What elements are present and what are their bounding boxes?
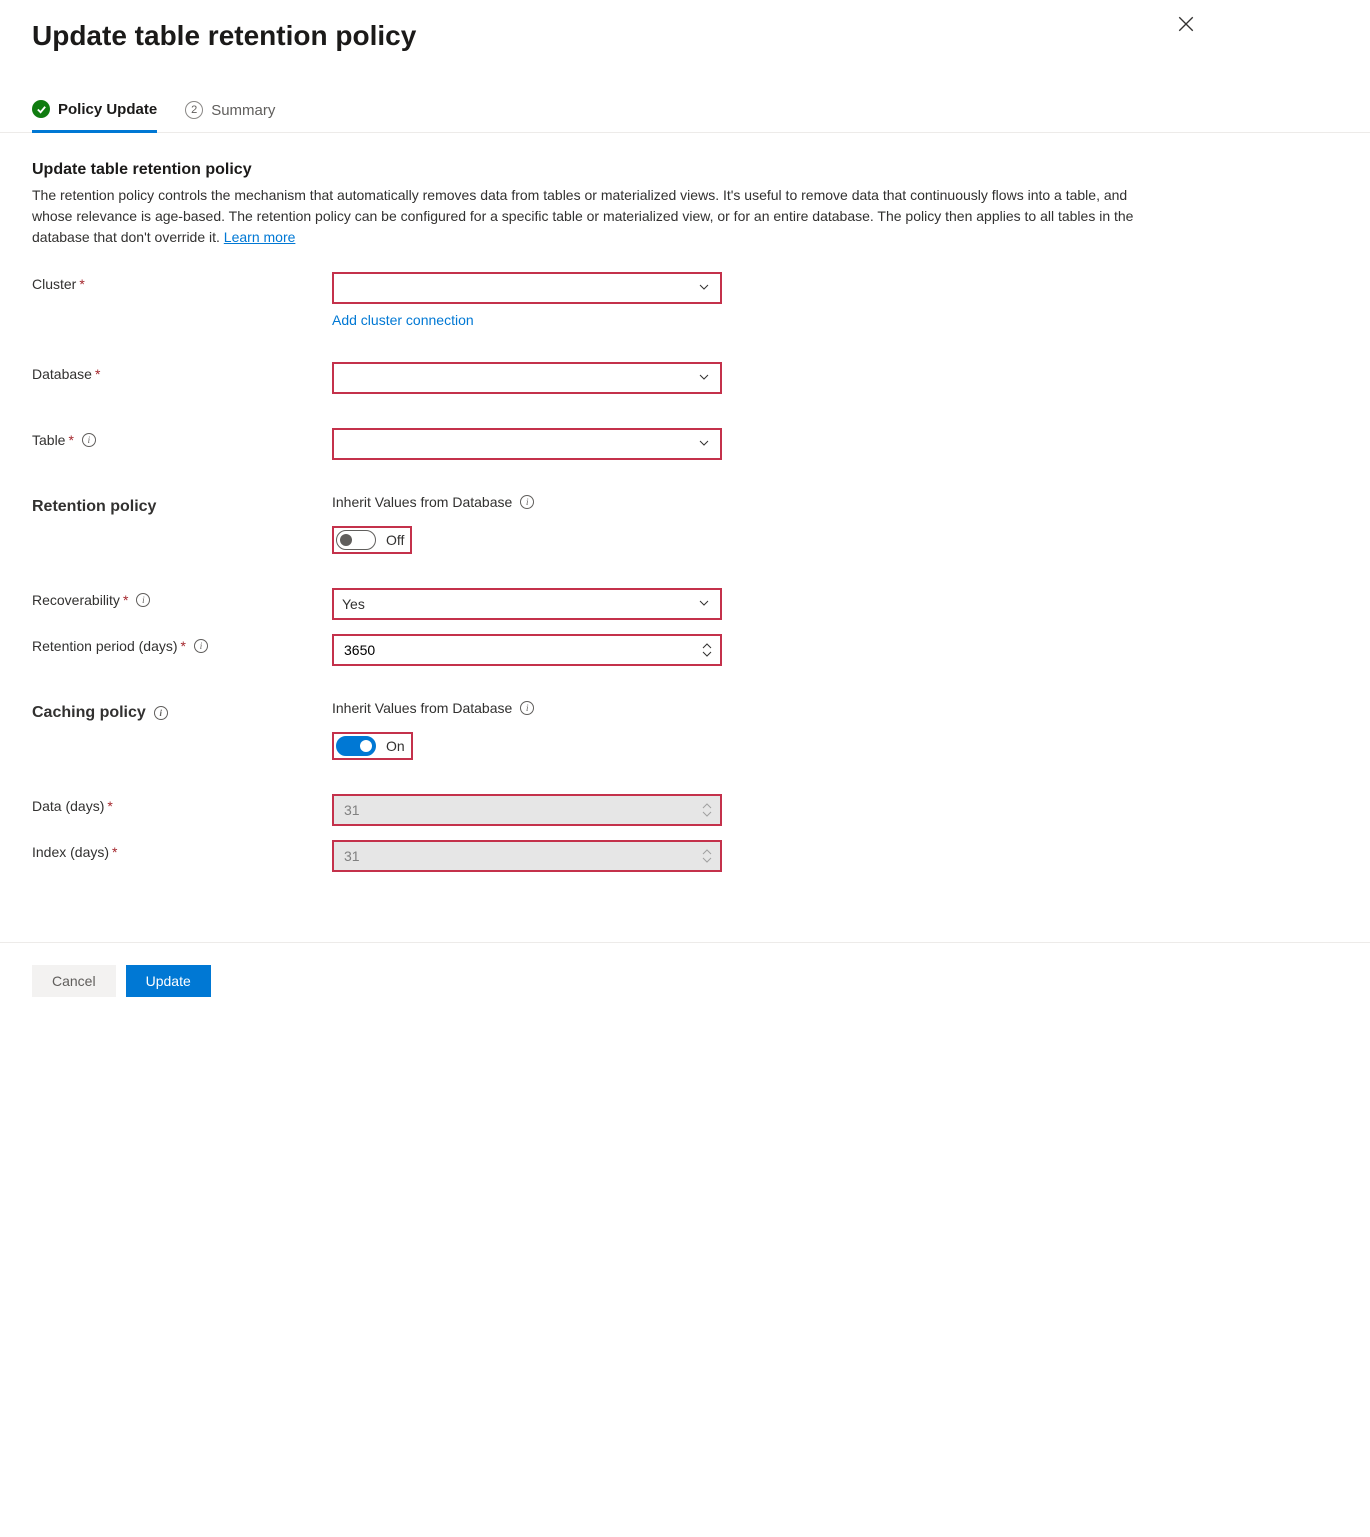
cancel-button[interactable]: Cancel: [32, 965, 116, 997]
step-number-icon: 2: [185, 101, 203, 119]
field-data-days: Data (days)*: [32, 794, 1168, 826]
form-content: Update table retention policy The retent…: [0, 133, 1200, 938]
label-col: Database*: [32, 362, 332, 382]
inherit-caching-toggle[interactable]: [336, 736, 376, 756]
info-icon[interactable]: i: [82, 433, 96, 447]
chevron-down-icon: [698, 280, 710, 296]
checkmark-icon: [32, 100, 50, 118]
tab-label: Summary: [211, 102, 275, 119]
section-heading: Update table retention policy: [32, 161, 1168, 179]
label-col: Recoverability* i: [32, 588, 332, 608]
cluster-select[interactable]: [332, 272, 722, 304]
input-col: [332, 634, 722, 666]
input-col: [332, 428, 722, 460]
data-days-input: [332, 794, 722, 826]
close-icon: [1177, 15, 1195, 33]
field-recoverability: Recoverability* i Yes: [32, 588, 1168, 620]
input-col: Inherit Values from Database i On: [332, 700, 534, 760]
field-cluster: Cluster* Add cluster connection: [32, 272, 1168, 328]
inherit-retention-label: Inherit Values from Database: [332, 494, 512, 510]
close-button[interactable]: [1172, 10, 1200, 38]
label-col: Cluster*: [32, 272, 332, 292]
footer-actions: Cancel Update: [0, 943, 1370, 1019]
table-select[interactable]: [332, 428, 722, 460]
inherit-retention-toggle[interactable]: [336, 530, 376, 550]
input-col: [332, 362, 722, 394]
info-icon[interactable]: i: [520, 495, 534, 509]
data-days-label: Data (days)*: [32, 798, 113, 814]
update-button[interactable]: Update: [126, 965, 211, 997]
info-icon[interactable]: i: [194, 639, 208, 653]
input-col: [332, 794, 722, 826]
input-col: [332, 840, 722, 872]
spinner-buttons: [702, 844, 716, 868]
step-tabs: Policy Update 2 Summary: [0, 92, 1370, 133]
section-caching: Caching policy i Inherit Values from Dat…: [32, 700, 1168, 760]
chevron-up-icon: [702, 849, 712, 855]
label-col: Table* i: [32, 428, 332, 448]
retention-period-label: Retention period (days)*: [32, 638, 186, 654]
info-icon[interactable]: i: [136, 593, 150, 607]
chevron-down-icon: [702, 811, 712, 817]
toggle-state-label: On: [386, 738, 405, 754]
tab-policy-update[interactable]: Policy Update: [32, 92, 157, 133]
section-description: The retention policy controls the mechan…: [32, 185, 1152, 248]
panel-header: Update table retention policy: [0, 0, 1370, 52]
inherit-label-row: Inherit Values from Database i: [332, 494, 534, 510]
label-col: Index (days)*: [32, 840, 332, 860]
input-col: Inherit Values from Database i Off: [332, 494, 534, 554]
database-select[interactable]: [332, 362, 722, 394]
recoverability-label: Recoverability*: [32, 592, 128, 608]
tab-summary[interactable]: 2 Summary: [185, 92, 275, 132]
caching-heading: Caching policy i: [32, 704, 168, 722]
chevron-down-icon: [698, 596, 710, 612]
learn-more-link[interactable]: Learn more: [224, 229, 296, 245]
index-days-field: [342, 847, 712, 865]
input-col: Add cluster connection: [332, 272, 722, 328]
section-retention: Retention policy Inherit Values from Dat…: [32, 494, 1168, 554]
index-days-label: Index (days)*: [32, 844, 118, 860]
chevron-up-icon: [702, 643, 712, 649]
inherit-caching-label: Inherit Values from Database: [332, 700, 512, 716]
tab-label: Policy Update: [58, 101, 157, 118]
field-index-days: Index (days)*: [32, 840, 1168, 872]
chevron-down-icon: [698, 370, 710, 386]
inherit-retention-toggle-row: Off: [332, 526, 412, 554]
field-database: Database*: [32, 362, 1168, 394]
field-retention-period: Retention period (days)* i: [32, 634, 1168, 666]
database-label: Database*: [32, 366, 100, 382]
add-cluster-link[interactable]: Add cluster connection: [332, 312, 722, 328]
chevron-down-icon: [702, 651, 712, 657]
recoverability-value: Yes: [342, 596, 365, 612]
cluster-label: Cluster*: [32, 276, 85, 292]
recoverability-select[interactable]: Yes: [332, 588, 722, 620]
spinner-buttons[interactable]: [702, 638, 716, 662]
retention-period-field[interactable]: [342, 641, 712, 659]
input-col: Yes: [332, 588, 722, 620]
info-icon[interactable]: i: [520, 701, 534, 715]
retention-period-input[interactable]: [332, 634, 722, 666]
toggle-state-label: Off: [386, 532, 404, 548]
description-text: The retention policy controls the mechan…: [32, 187, 1133, 245]
data-days-field: [342, 801, 712, 819]
chevron-down-icon: [698, 436, 710, 452]
chevron-down-icon: [702, 857, 712, 863]
page-root: Update table retention policy Policy Upd…: [0, 0, 1370, 1019]
table-label: Table*: [32, 432, 74, 448]
label-col: Data (days)*: [32, 794, 332, 814]
spinner-buttons: [702, 798, 716, 822]
inherit-caching-toggle-row: On: [332, 732, 413, 760]
retention-heading: Retention policy: [32, 498, 156, 516]
label-col: Caching policy i: [32, 700, 332, 722]
chevron-up-icon: [702, 803, 712, 809]
info-icon[interactable]: i: [154, 706, 168, 720]
label-col: Retention policy: [32, 494, 332, 516]
field-table: Table* i: [32, 428, 1168, 460]
page-title: Update table retention policy: [32, 20, 1338, 52]
label-col: Retention period (days)* i: [32, 634, 332, 654]
inherit-label-row: Inherit Values from Database i: [332, 700, 534, 716]
index-days-input: [332, 840, 722, 872]
